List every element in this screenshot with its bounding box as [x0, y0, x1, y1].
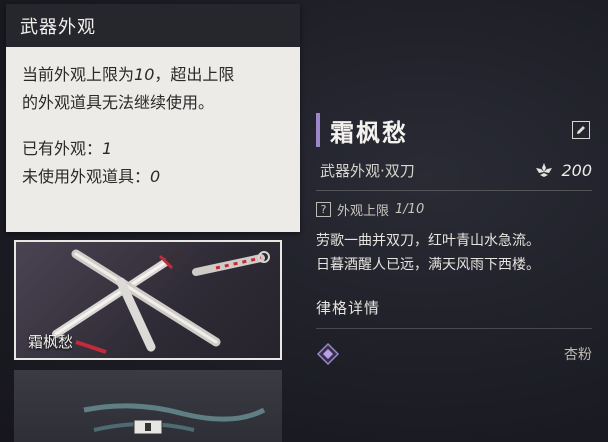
item-price: 200: [535, 161, 592, 180]
appearance-tooltip: 武器外观 当前外观上限为10，超出上限 的外观道具无法继续使用。 已有外观：1 …: [6, 4, 300, 232]
owned-label: 已有外观：: [22, 139, 103, 158]
tooltip-line-1-b: ，超出上限: [154, 65, 235, 84]
divider: [316, 190, 592, 191]
attribute-value: 杏粉: [564, 347, 592, 363]
poem-line-1: 劳歌一曲并双刀，红叶青山水急流。: [316, 233, 540, 249]
question-icon[interactable]: ?: [316, 201, 331, 217]
weapon-card-next-image: [83, 403, 266, 435]
tooltip-title: 武器外观: [6, 4, 300, 47]
attribute-row[interactable]: 杏粉: [316, 342, 592, 366]
price-value: 200: [561, 160, 592, 180]
limit-value: 1/10: [395, 201, 425, 217]
owned-value: 1: [102, 139, 113, 158]
section-divider: [316, 328, 592, 329]
weapon-card-next[interactable]: [14, 370, 282, 442]
item-type: 武器外观·双刀: [320, 161, 415, 180]
purple-diamond-icon: [316, 342, 340, 366]
limit-label: 外观上限: [337, 203, 390, 219]
appearance-limit-row: ? 外观上限 1/10: [316, 199, 592, 219]
tooltip-body: 当前外观上限为10，超出上限 的外观道具无法继续使用。 已有外观：1 未使用外观…: [6, 47, 300, 191]
poem-line-2: 日暮酒醒人已远，满天风雨下西楼。: [316, 257, 540, 273]
tooltip-line-1: 当前外观上限为10，超出上限: [22, 61, 284, 89]
type-row: 武器外观·双刀 200: [316, 158, 592, 182]
title-accent-bar: [316, 113, 320, 147]
tooltip-line-2: 的外观道具无法继续使用。: [22, 93, 215, 112]
weapon-card-selected[interactable]: 霜枫愁: [14, 240, 282, 360]
unused-label: 未使用外观道具：: [22, 167, 151, 186]
tooltip-line-1-a: 当前外观上限为: [22, 65, 135, 84]
item-detail-panel: 霜枫愁 武器外观·双刀 200 ? 外观上限 1/10 劳歌一曲并双刀，红叶青山…: [316, 110, 592, 366]
edit-button[interactable]: [572, 121, 590, 139]
unused-items: 未使用外观道具：0: [22, 163, 284, 191]
item-title: 霜枫愁: [330, 118, 408, 147]
weapon-card-name: 霜枫愁: [28, 333, 74, 351]
lotus-currency-icon: [536, 163, 553, 177]
owned-appearances: 已有外观：1: [22, 135, 284, 163]
title-row: 霜枫愁: [316, 110, 592, 150]
section-title: 律格详情: [316, 299, 381, 317]
unused-value: 0: [150, 167, 161, 186]
item-description: 劳歌一曲并双刀，红叶青山水急流。 日暮酒醒人已远，满天风雨下西楼。: [316, 229, 592, 277]
pencil-icon: [577, 126, 585, 134]
tooltip-limit-number: 10: [134, 65, 155, 84]
